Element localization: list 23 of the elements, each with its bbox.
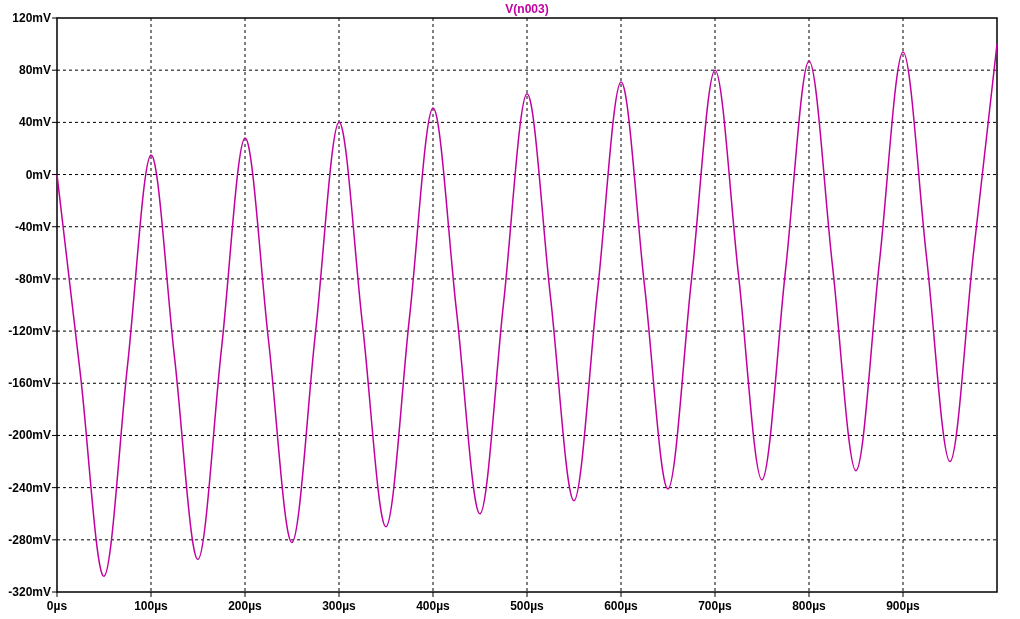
chart-title: V(n003) (505, 2, 549, 16)
axis-tick-label: 600µs (604, 599, 638, 613)
axis-tick-label: 900µs (886, 599, 920, 613)
axis-tick-label: -40mV (14, 219, 51, 234)
axis-tick-label: 300µs (322, 599, 356, 613)
axis-tick-label: -120mV (8, 324, 51, 339)
axis-tick-label: 700µs (698, 599, 732, 613)
axis-tick-label: 0µs (46, 599, 68, 613)
axis-tick-label: 120mV (12, 11, 51, 25)
axis-tick-label: 0mV (25, 167, 51, 182)
axis-tick-label: -280mV (8, 532, 51, 547)
axis-tick-label: -80mV (14, 271, 51, 286)
axis-tick-label: 100µs (134, 599, 168, 613)
axis-tick-label: 400µs (416, 599, 450, 613)
axis-tick-label: -160mV (8, 376, 51, 391)
axis-tick-label: 500µs (510, 599, 544, 613)
axis-tick-label: 80mV (18, 63, 51, 78)
axis-tick-label: 800µs (792, 599, 826, 613)
axis-tick-label: -200mV (8, 428, 51, 443)
axis-tick-label: 40mV (18, 115, 51, 130)
axis-tick-label: 200µs (228, 599, 262, 613)
axis-tick-label: -320mV (8, 585, 51, 599)
axis-tick-label: -240mV (8, 480, 51, 495)
